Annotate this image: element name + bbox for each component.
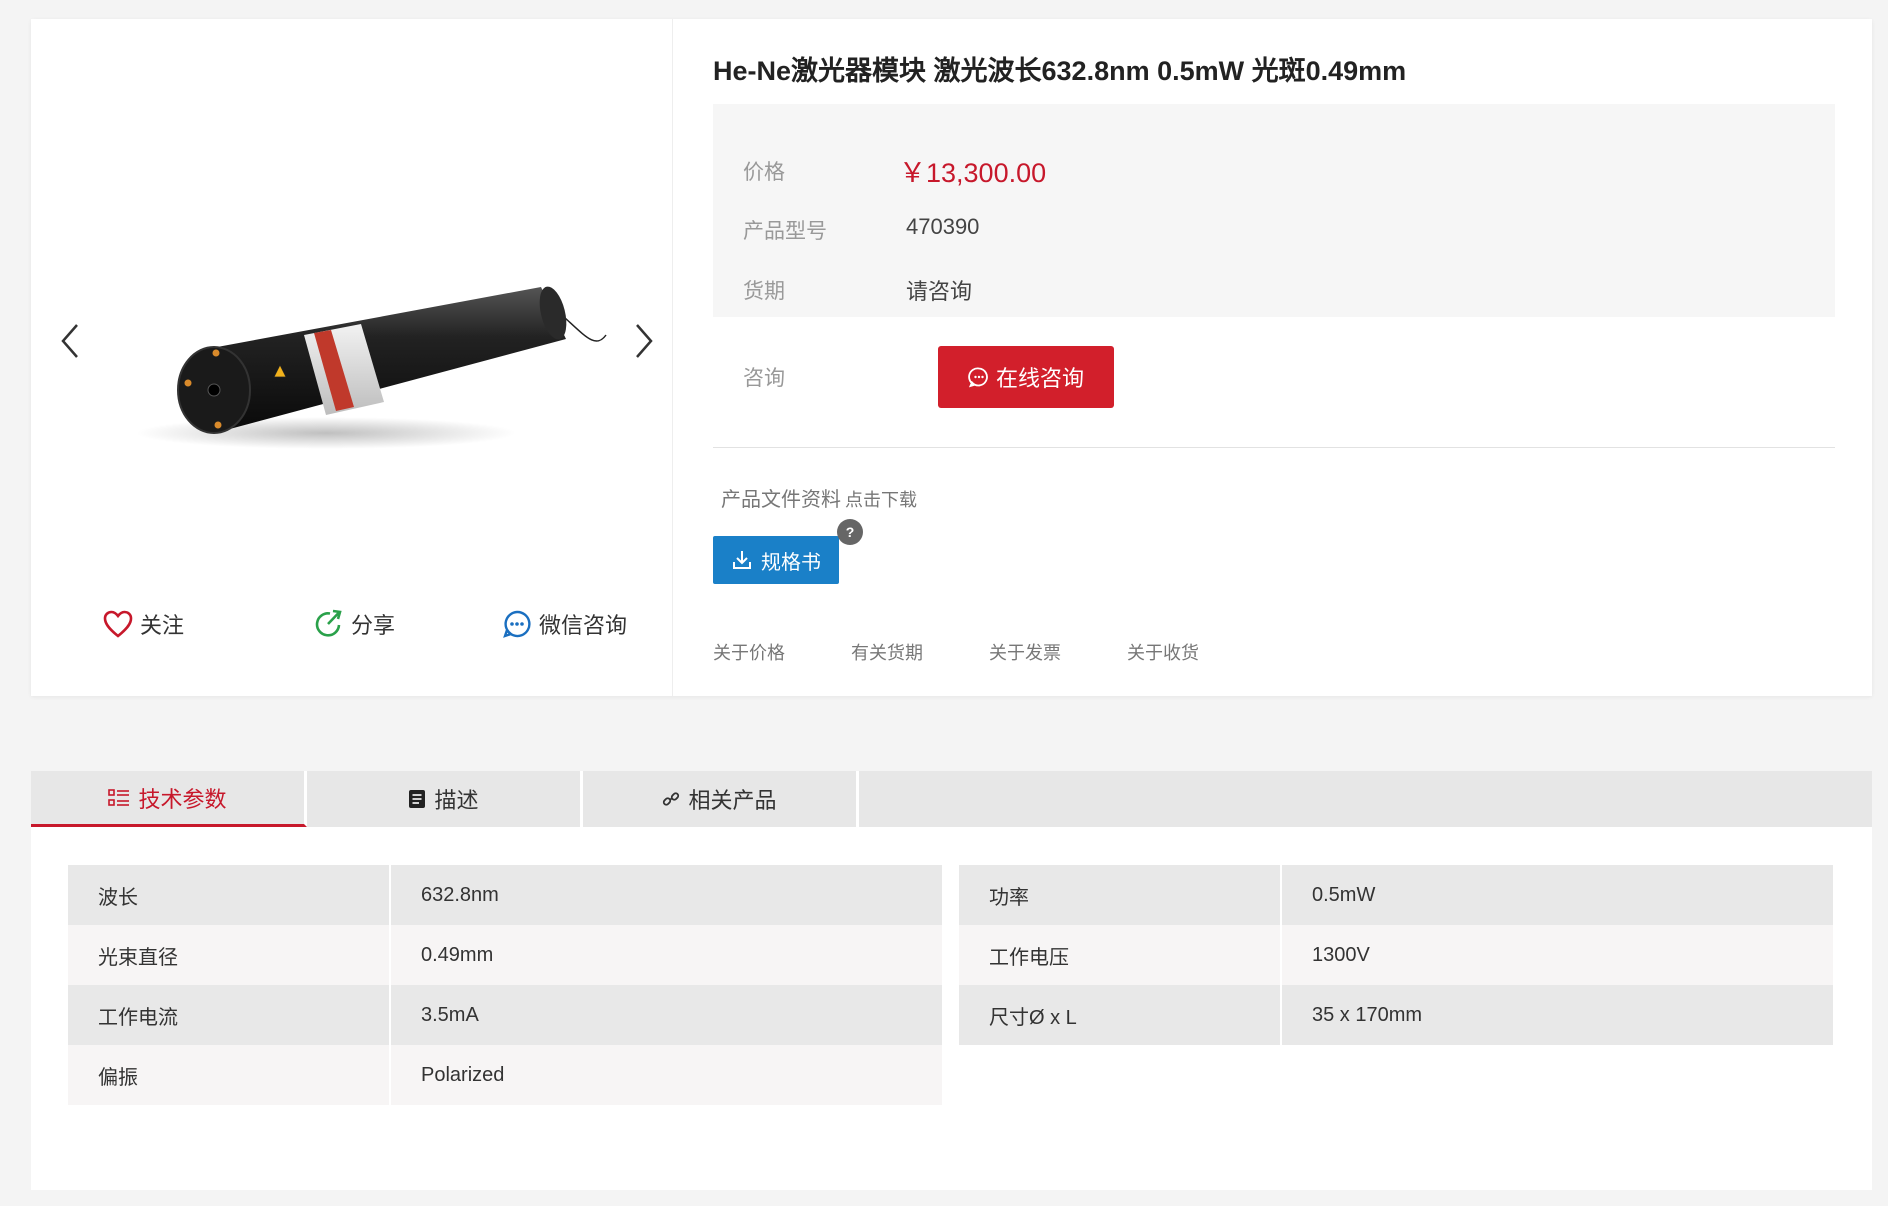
consult-label: 咨询	[743, 367, 785, 390]
spec-value: Polarized	[390, 1045, 942, 1105]
table-row: 光束直径 0.49mm	[68, 925, 942, 985]
table-row: 波长 632.8nm	[68, 865, 942, 925]
prev-image-arrow-icon[interactable]	[51, 311, 91, 371]
info-link-delivery[interactable]: 有关货期	[851, 639, 923, 665]
chat-bubble-icon	[503, 610, 531, 638]
spec-value: 1300V	[1281, 925, 1833, 985]
info-link-price[interactable]: 关于价格	[713, 639, 785, 665]
info-link-invoice[interactable]: 关于发票	[989, 639, 1061, 665]
document-icon	[409, 790, 426, 808]
online-consult-label: 在线咨询	[995, 366, 1084, 391]
docs-hint: 点击下载	[845, 490, 917, 510]
tab-bar: 技术参数 描述 相关产品	[31, 771, 1872, 827]
table-row: 偏振 Polarized	[68, 1045, 942, 1105]
model-value: 470390	[906, 214, 980, 239]
follow-button[interactable]: 关注	[102, 602, 184, 646]
spec-table-left: 波长 632.8nm 光束直径 0.49mm 工作电流 3.5mA 偏振 Polariz…	[68, 865, 942, 1105]
online-consult-button[interactable]: 在线咨询	[938, 346, 1114, 408]
tab-description-label: 描述	[434, 788, 479, 813]
detail-section: 技术参数 描述 相关产品 波长 632.8nm 光束直径 0.49mm 工作电流 3.…	[31, 771, 1872, 1190]
docs-heading-text: 产品文件资料	[721, 489, 841, 511]
delivery-label: 货期	[743, 280, 785, 303]
help-question-icon[interactable]: ?	[837, 519, 863, 545]
product-title: He-Ne激光器模块 激光波长632.8nm 0.5mW 光斑0.49mm	[713, 56, 1407, 86]
list-icon	[108, 788, 130, 806]
divider	[713, 447, 1835, 448]
table-row: 功率 0.5mW	[959, 865, 1833, 925]
share-button[interactable]: 分享	[313, 602, 395, 646]
table-row: 尺寸Ø x L 35 x 170mm	[959, 985, 1833, 1045]
product-gallery: 关注 分享 微信咨询	[31, 19, 673, 696]
model-label: 产品型号	[743, 220, 827, 243]
price-box: 价格 ￥13,300.00 产品型号 470390 货期 请咨询	[713, 104, 1835, 317]
spec-value: 0.5mW	[1281, 865, 1833, 925]
tab-tech-params[interactable]: 技术参数	[31, 771, 307, 827]
chat-icon	[968, 367, 988, 388]
spec-key: 工作电流	[68, 985, 391, 1045]
wechat-label: 微信咨询	[539, 613, 628, 638]
info-link-receipt[interactable]: 关于收货	[1127, 639, 1199, 665]
spec-table-right: 功率 0.5mW 工作电压 1300V 尺寸Ø x L 35 x 170mm	[959, 865, 1833, 1045]
table-row: 工作电流 3.5mA	[68, 985, 942, 1045]
heart-icon	[103, 610, 133, 638]
info-links: 关于价格 有关货期 关于发票 关于收货	[713, 639, 1265, 665]
spec-value: 0.49mm	[390, 925, 942, 985]
wechat-consult-button[interactable]: 微信咨询	[501, 602, 627, 646]
download-icon	[733, 551, 751, 569]
follow-label: 关注	[140, 613, 185, 638]
spec-key: 尺寸Ø x L	[959, 985, 1282, 1045]
share-icon	[315, 609, 342, 637]
table-row: 工作电压 1300V	[959, 925, 1833, 985]
product-info: He-Ne激光器模块 激光波长632.8nm 0.5mW 光斑0.49mm 价格…	[713, 19, 1843, 696]
delivery-value: 请咨询	[906, 279, 973, 304]
share-label: 分享	[351, 613, 396, 638]
spec-key: 功率	[959, 865, 1282, 925]
price-label: 价格	[743, 161, 785, 184]
spec-key: 光束直径	[68, 925, 391, 985]
spec-value: 632.8nm	[390, 865, 942, 925]
laser-module-image	[136, 286, 607, 449]
tab-tech-params-label: 技术参数	[138, 786, 227, 812]
next-image-arrow-icon[interactable]	[623, 311, 663, 371]
spec-key: 波长	[68, 865, 391, 925]
tab-related-products[interactable]: 相关产品	[583, 771, 859, 827]
spec-sheet-download-button[interactable]: 规格书	[713, 536, 839, 584]
spec-value: 35 x 170mm	[1281, 985, 1833, 1045]
spec-value: 3.5mA	[390, 985, 942, 1045]
spec-sheet-label: 规格书	[761, 551, 821, 574]
link-icon	[663, 792, 680, 806]
spec-key: 偏振	[68, 1045, 391, 1105]
spec-key: 工作电压	[959, 925, 1282, 985]
price-value: ￥13,300.00	[899, 158, 1047, 188]
tab-description[interactable]: 描述	[307, 771, 583, 827]
docs-heading: 产品文件资料 点击下载	[721, 483, 917, 512]
product-card: 关注 分享 微信咨询 He-Ne激光器模块 激光波长632.8nm 0.5mW …	[31, 19, 1872, 696]
tab-related-products-label: 相关产品	[688, 788, 777, 813]
